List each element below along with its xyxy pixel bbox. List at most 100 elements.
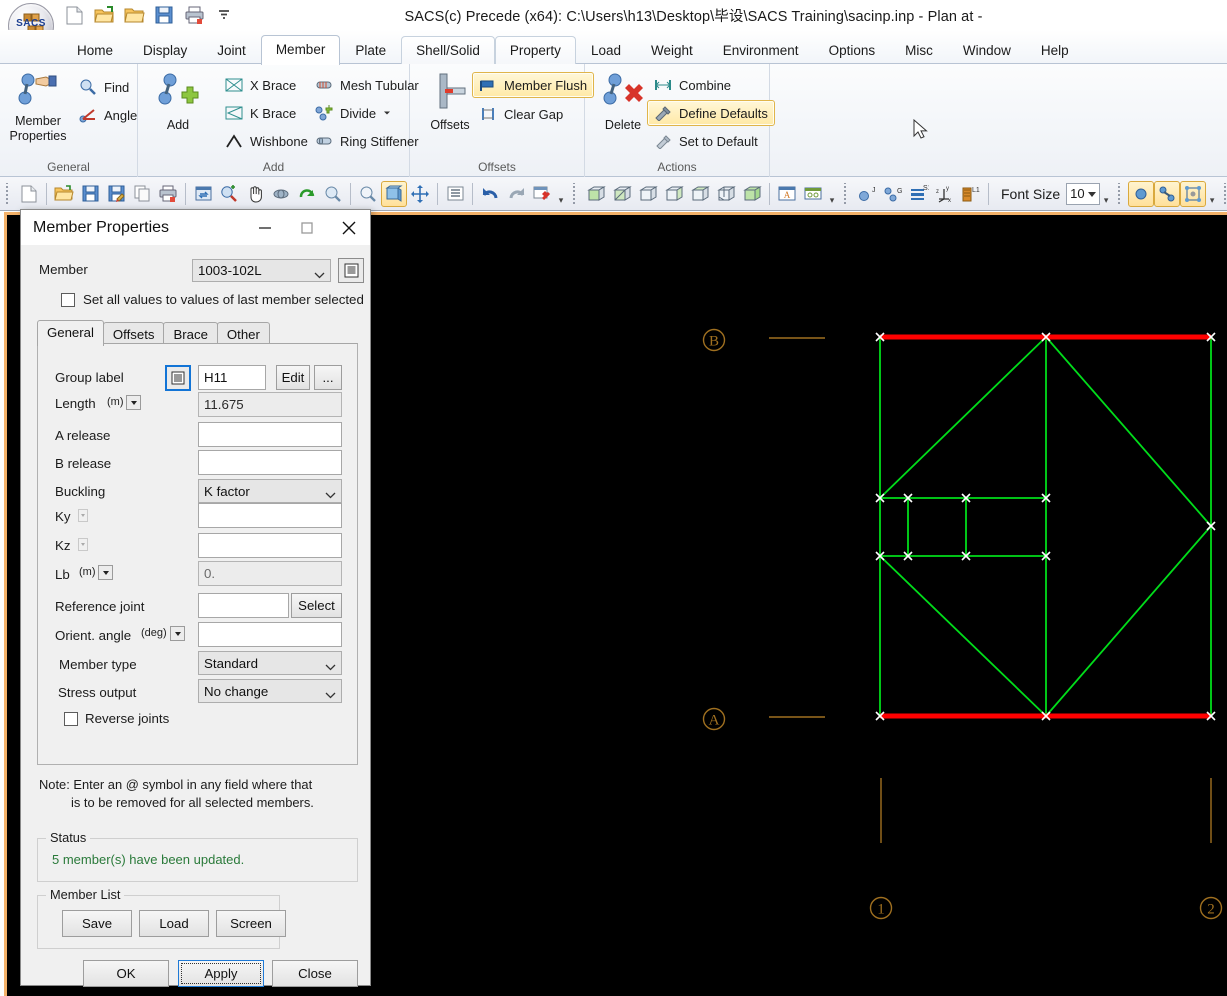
- iso-view-5-icon[interactable]: [687, 181, 713, 207]
- delete-view-icon[interactable]: [529, 181, 555, 207]
- reverse-joints-row[interactable]: Reverse joints: [64, 711, 169, 726]
- close-icon[interactable]: [328, 210, 370, 245]
- ribbon-tab-display[interactable]: Display: [128, 36, 202, 65]
- ribbon-tab-joint[interactable]: Joint: [202, 36, 261, 65]
- iso-view-3-icon[interactable]: [635, 181, 661, 207]
- group-edit-button[interactable]: Edit: [276, 365, 310, 390]
- kz-spinner[interactable]: [78, 538, 88, 551]
- ribbon-tab-misc[interactable]: Misc: [890, 36, 948, 65]
- toolbar-grip-3[interactable]: [842, 182, 851, 205]
- reference-joint-select-button[interactable]: Select: [291, 593, 342, 618]
- tab-general[interactable]: General: [37, 320, 104, 346]
- load-label-icon[interactable]: L1: [958, 181, 984, 207]
- member-list-picker-button[interactable]: [338, 258, 364, 283]
- font-size-input[interactable]: 10: [1066, 182, 1101, 205]
- buckling-select[interactable]: K factor: [198, 479, 342, 503]
- length-unit-dropdown[interactable]: [126, 395, 141, 410]
- ky-spinner[interactable]: [78, 509, 88, 522]
- ribbon-tab-property[interactable]: Property: [494, 36, 576, 65]
- save-as-icon[interactable]: [103, 181, 129, 207]
- ring-stiffener-button[interactable]: Ring Stiffener: [308, 128, 426, 154]
- new-file-icon[interactable]: [62, 3, 86, 27]
- set-all-values-row[interactable]: Set all values to values of last member …: [61, 292, 364, 307]
- member-list-screen-button[interactable]: Screen: [216, 910, 286, 937]
- section-label-icon[interactable]: S1: [906, 181, 932, 207]
- move-icon[interactable]: [407, 181, 433, 207]
- axis-label-icon[interactable]: z y x: [932, 181, 958, 207]
- set-to-default-button[interactable]: Set to Default: [647, 128, 765, 154]
- show-members-icon[interactable]: [1154, 180, 1181, 207]
- toolbar-overflow-1[interactable]: ▾: [555, 181, 567, 207]
- length-input[interactable]: 11.675: [198, 392, 342, 417]
- toolbar-overflow-2[interactable]: ▾: [826, 181, 838, 207]
- stress-output-select[interactable]: No change: [198, 679, 342, 703]
- ribbon-tab-window[interactable]: Window: [948, 36, 1026, 65]
- ribbon-tab-home[interactable]: Home: [62, 36, 128, 65]
- ribbon-tab-member[interactable]: Member: [260, 35, 341, 65]
- member-properties-button[interactable]: Member Properties: [2, 70, 74, 156]
- minimize-icon[interactable]: [244, 210, 286, 245]
- divide-button[interactable]: Divide: [308, 100, 398, 126]
- reverse-joints-checkbox[interactable]: [64, 711, 78, 726]
- group-label-input[interactable]: H11: [198, 365, 266, 390]
- print-icon[interactable]: [182, 3, 206, 27]
- redo-icon[interactable]: [503, 181, 529, 207]
- apply-button[interactable]: Apply: [178, 960, 264, 987]
- print-file-icon[interactable]: [155, 181, 181, 207]
- kz-input[interactable]: [198, 533, 342, 558]
- label-frame-icon[interactable]: A: [774, 181, 800, 207]
- ok-button[interactable]: OK: [83, 960, 169, 987]
- k-brace-button[interactable]: K Brace: [218, 100, 303, 126]
- orient-angle-input[interactable]: [198, 622, 342, 647]
- ky-input[interactable]: [198, 503, 342, 528]
- group-picker-button[interactable]: [165, 365, 191, 391]
- ribbon-tab-options[interactable]: Options: [814, 36, 891, 65]
- ribbon-tab-environment[interactable]: Environment: [708, 36, 814, 65]
- toolbar-overflow-4[interactable]: ▾: [1206, 181, 1218, 207]
- save-file-icon[interactable]: [77, 181, 103, 207]
- new-document-icon[interactable]: [16, 181, 42, 207]
- open-folder-icon[interactable]: [92, 3, 116, 27]
- reference-joint-input[interactable]: [198, 593, 289, 618]
- quick-access-toolbar[interactable]: [62, 2, 236, 28]
- show-plates-icon[interactable]: [1180, 180, 1207, 207]
- toolbar-grip-5[interactable]: [1222, 182, 1227, 205]
- zoom-window-icon[interactable]: [320, 181, 346, 207]
- clear-gap-button[interactable]: Clear Gap: [472, 101, 570, 127]
- member-list-load-button[interactable]: Load: [139, 910, 209, 937]
- maximize-icon[interactable]: [286, 210, 328, 245]
- add-member-button[interactable]: Add: [142, 70, 214, 156]
- dialog-title-bar[interactable]: Member Properties: [21, 210, 370, 245]
- iso-view-6-icon[interactable]: [713, 181, 739, 207]
- member-flush-button[interactable]: Member Flush: [472, 72, 595, 98]
- joint-label-icon[interactable]: J: [854, 181, 880, 207]
- group-ellipsis-button[interactable]: ...: [314, 365, 342, 390]
- list-view-icon[interactable]: [442, 181, 468, 207]
- combine-button[interactable]: Combine: [647, 72, 738, 98]
- define-defaults-button[interactable]: Define Defaults: [647, 100, 775, 126]
- chevron-down-icon[interactable]: [325, 687, 336, 702]
- chevron-down-icon[interactable]: [325, 487, 336, 502]
- ribbon-tab-shell-solid[interactable]: Shell/Solid: [401, 36, 495, 65]
- lb-unit-dropdown[interactable]: [98, 565, 113, 580]
- ribbon-tab-weight[interactable]: Weight: [636, 36, 708, 65]
- member-select[interactable]: 1003-102L: [192, 259, 331, 282]
- orbit-icon[interactable]: [268, 181, 294, 207]
- toolbar-grip-4[interactable]: [1116, 182, 1126, 205]
- member-list-save-button[interactable]: Save: [62, 910, 132, 937]
- ribbon-tab-help[interactable]: Help: [1026, 36, 1084, 65]
- a-release-input[interactable]: [198, 422, 342, 447]
- member-type-select[interactable]: Standard: [198, 651, 342, 675]
- toolbar-grip-2[interactable]: [571, 182, 580, 205]
- pan-hand-icon[interactable]: [242, 181, 268, 207]
- iso-view-2-icon[interactable]: [609, 181, 635, 207]
- zoom-all-icon[interactable]: [355, 181, 381, 207]
- set-all-values-checkbox[interactable]: [61, 292, 75, 307]
- wishbone-button[interactable]: Wishbone: [218, 128, 315, 154]
- zoom-in-icon[interactable]: [216, 181, 242, 207]
- chevron-down-icon[interactable]: [314, 267, 325, 282]
- iso-view-4-icon[interactable]: [661, 181, 687, 207]
- toolbar-overflow-3[interactable]: ▾: [1100, 181, 1112, 207]
- toolbar-grip[interactable]: [4, 182, 13, 205]
- angle-button[interactable]: Angle: [72, 102, 144, 128]
